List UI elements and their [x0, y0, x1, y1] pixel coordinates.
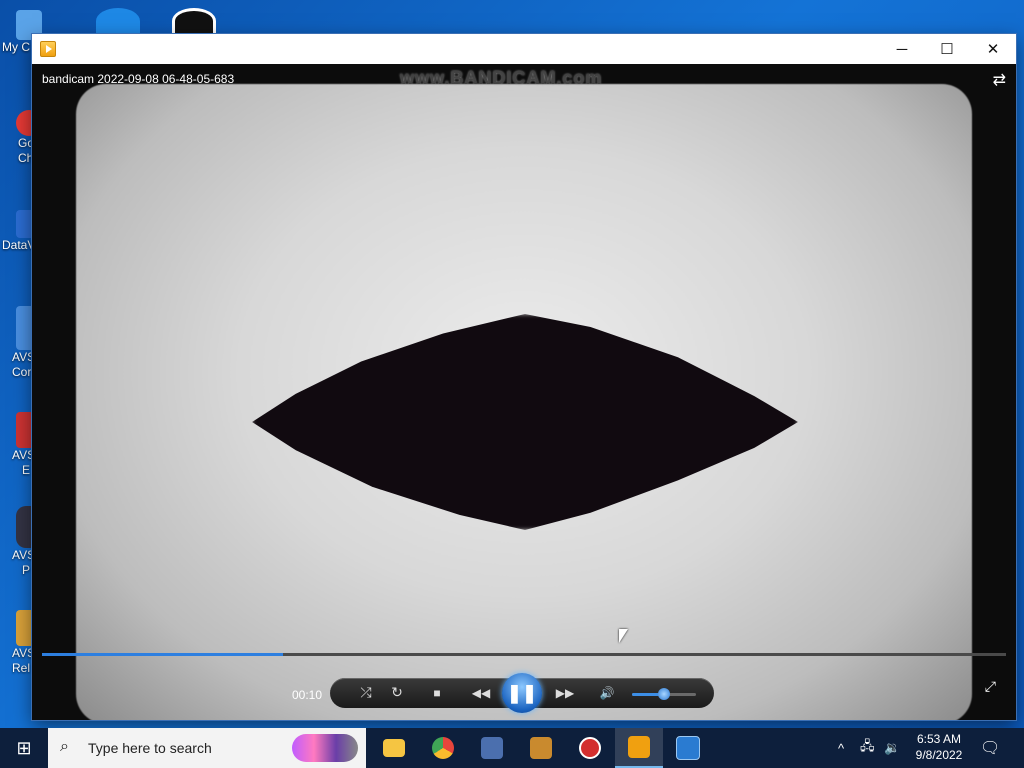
minimize-button[interactable]: ─ [879, 34, 925, 64]
folder-icon [383, 739, 405, 757]
screen-recorder-icon [676, 736, 700, 760]
mute-button[interactable]: 🔊 [596, 686, 618, 700]
taskbar-chrome[interactable] [419, 728, 467, 768]
seek-bar[interactable] [42, 653, 1006, 656]
clock-time: 6:53 AM [916, 732, 962, 746]
media-player-app-icon [40, 41, 56, 57]
video-title: bandicam 2022-09-08 06-48-05-683 [42, 72, 235, 86]
previous-button[interactable]: ◀◀ [464, 686, 498, 700]
taskbar-screen-recorder[interactable] [664, 728, 712, 768]
close-button[interactable]: ✕ [970, 34, 1016, 64]
taskbar-media-player[interactable] [615, 728, 663, 768]
taskbar-file-explorer[interactable] [370, 728, 418, 768]
media-player-icon [628, 736, 650, 758]
ie-icon[interactable] [96, 8, 140, 34]
taskbar-bandicam[interactable] [566, 728, 614, 768]
shuffle-button[interactable]: ⤮ [355, 684, 377, 701]
fullscreen-icon[interactable]: ⤢ [985, 678, 996, 695]
repeat-button[interactable]: ↻ [386, 684, 408, 701]
bandicam-watermark: www.BANDICAM.com [400, 68, 603, 88]
clock-date: 9/8/2022 [915, 748, 963, 762]
search-icon: ⌕ [60, 738, 69, 755]
media-player-window: ─ ☐ ✕ www.BANDICAM.com bandicam 2022-09-… [32, 34, 1016, 720]
taskbar-media-app[interactable] [468, 728, 516, 768]
maximize-button[interactable]: ☐ [924, 34, 970, 64]
record-icon [579, 737, 601, 759]
network-icon[interactable]: 🖧 [860, 728, 875, 768]
pause-button[interactable]: ❚❚ [502, 673, 542, 713]
switch-layout-icon[interactable]: ⇄ [993, 70, 1006, 90]
show-hidden-icons[interactable]: ^ [838, 728, 844, 768]
title-bar[interactable]: ─ ☐ ✕ [32, 34, 1016, 64]
taskbar-search[interactable]: ⌕ Type here to search [48, 728, 366, 768]
volume-icon[interactable]: 🔉 [884, 728, 900, 768]
system-clock[interactable]: 6:53 AM 9/8/2022 [906, 731, 972, 763]
search-highlight-image [292, 734, 358, 762]
video-surface[interactable]: www.BANDICAM.com bandicam 2022-09-08 06-… [32, 64, 1016, 720]
elapsed-time: 00:10 [292, 688, 323, 702]
start-button[interactable]: ⊞ [0, 728, 48, 768]
chrome-icon [432, 737, 454, 759]
search-placeholder: Type here to search [88, 740, 212, 756]
stop-button[interactable]: ■ [426, 686, 448, 700]
media-app-icon [481, 737, 503, 759]
taskbar-video-editor[interactable] [517, 728, 565, 768]
seek-bar-fill [42, 653, 283, 656]
film-icon [530, 737, 552, 759]
volume-knob[interactable] [658, 688, 670, 700]
bandicam-desktop-icon[interactable] [172, 8, 216, 34]
taskbar: ⊞ ⌕ Type here to search ^ 🖧 🔉 6:53 AM 9/… [0, 728, 1024, 768]
next-button[interactable]: ▶▶ [548, 686, 582, 700]
mouse-cursor [619, 629, 628, 643]
notifications-icon[interactable]: 🗨 [980, 738, 1000, 758]
